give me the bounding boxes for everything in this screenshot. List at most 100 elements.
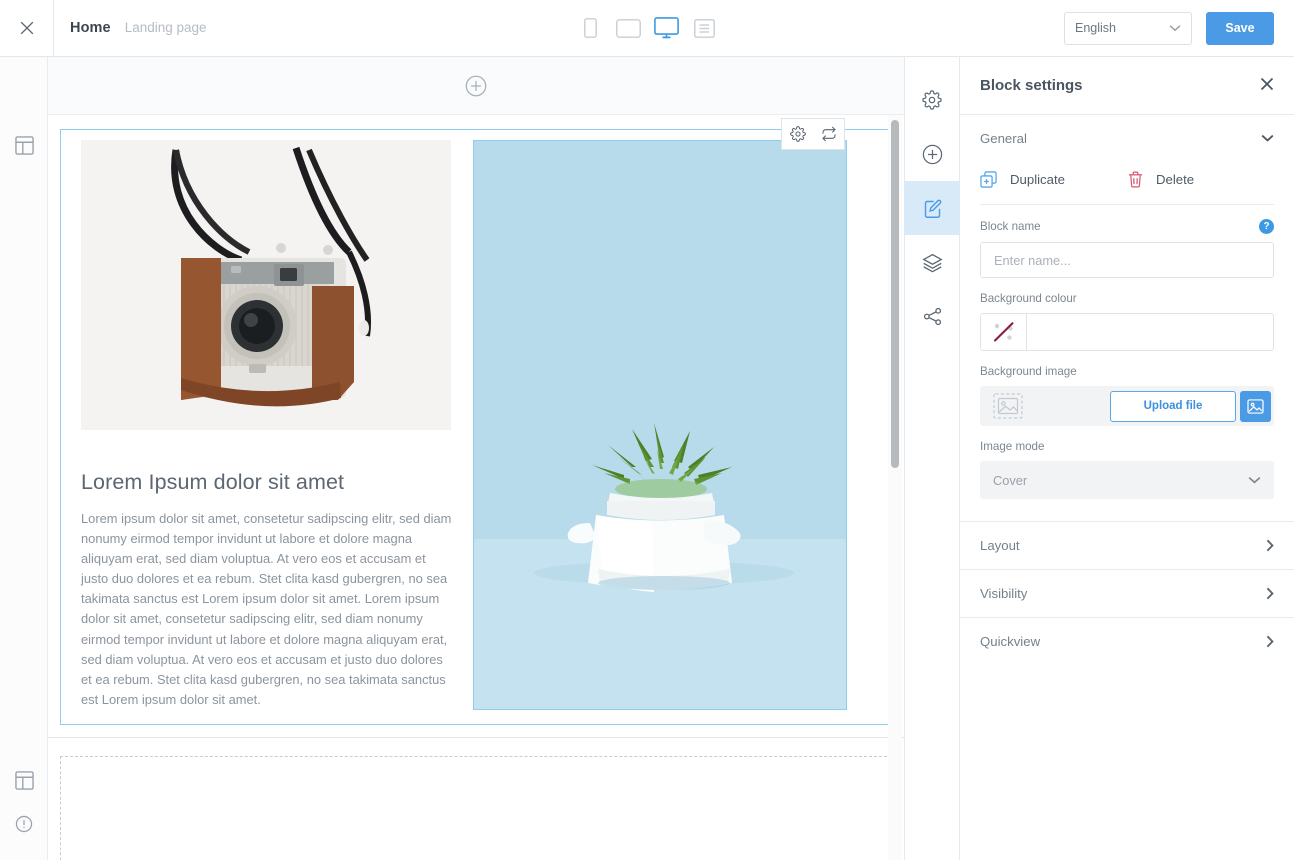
accordion-quickview[interactable]: Quickview — [960, 617, 1294, 665]
layout-icon — [15, 136, 34, 155]
background-colour-field: Background colour — [960, 278, 1294, 351]
edit-document-icon — [922, 198, 943, 219]
block-toolbar — [781, 118, 845, 150]
left-rail-info-button[interactable] — [0, 802, 48, 846]
upload-file-button[interactable]: Upload file — [1110, 391, 1236, 422]
image-placeholder-icon — [993, 393, 1023, 419]
left-rail — [0, 57, 48, 860]
canvas-column: Lorem Ipsum dolor sit amet Lorem ipsum d… — [48, 57, 904, 860]
block-text-column: Lorem Ipsum dolor sit amet Lorem ipsum d… — [71, 140, 457, 710]
breadcrumb-landing-page[interactable]: Landing page — [125, 20, 207, 35]
media-library-button[interactable] — [1240, 391, 1271, 422]
duplicate-label: Duplicate — [1010, 172, 1065, 187]
accordion-quickview-label: Quickview — [980, 634, 1040, 649]
panel-title: Block settings — [980, 77, 1083, 94]
editor-body: Lorem Ipsum dolor sit amet Lorem ipsum d… — [0, 57, 1294, 860]
rail-add-button[interactable] — [904, 127, 960, 181]
image-mode-label: Image mode — [980, 440, 1274, 453]
colour-value-field[interactable] — [1027, 314, 1273, 350]
device-tablet-button[interactable] — [615, 15, 641, 41]
background-image-label: Background image — [980, 365, 1274, 378]
block-name-input[interactable] — [980, 242, 1274, 278]
desktop-icon — [654, 17, 679, 39]
rail-settings-button[interactable] — [904, 73, 960, 127]
canvas-scrollbar-thumb[interactable] — [891, 120, 899, 468]
gear-icon[interactable] — [790, 126, 806, 142]
image-mode-select[interactable]: Cover — [980, 461, 1274, 499]
block-image-column — [473, 140, 881, 710]
accordion-visibility[interactable]: Visibility — [960, 569, 1294, 617]
left-rail-layout-bottom-button[interactable] — [0, 758, 48, 802]
layers-icon — [922, 252, 943, 273]
empty-dropzone[interactable] — [60, 756, 892, 860]
duplicate-block-button[interactable]: Duplicate — [980, 171, 1128, 188]
background-image-control: Upload file — [980, 386, 1274, 426]
chevron-right-icon — [1266, 539, 1274, 552]
background-image-field: Background image Upload file — [960, 351, 1294, 426]
language-value: English — [1075, 21, 1116, 35]
camera-photo-illustration — [81, 140, 451, 430]
breadcrumb: Home Landing page — [54, 20, 207, 36]
image-mode-value: Cover — [993, 473, 1027, 488]
save-button[interactable]: Save — [1206, 12, 1274, 45]
delete-block-button[interactable]: Delete — [1128, 171, 1194, 188]
device-mobile-button[interactable] — [577, 15, 603, 41]
layout-icon — [15, 771, 34, 790]
trash-icon — [1128, 171, 1143, 188]
rail-share-button[interactable] — [904, 289, 960, 343]
language-select[interactable]: English — [1064, 12, 1192, 45]
section-general-header[interactable]: General — [960, 115, 1294, 161]
left-rail-layout-top-button[interactable] — [0, 123, 48, 167]
info-circle-icon — [15, 815, 33, 833]
breadcrumb-home[interactable]: Home — [70, 20, 111, 36]
no-colour-icon — [991, 319, 1017, 345]
editor-icon-rail — [904, 57, 960, 860]
panel-close-button[interactable] — [1260, 77, 1274, 95]
media-library-icon — [1247, 399, 1264, 414]
plant-photo[interactable] — [473, 140, 847, 710]
duplicate-icon — [980, 171, 997, 188]
device-desktop-button[interactable] — [653, 15, 679, 41]
panel-accordions: Layout Visibility Quickview — [960, 521, 1294, 665]
repeat-icon[interactable] — [821, 126, 837, 142]
canvas-scroll-area: Lorem Ipsum dolor sit amet Lorem ipsum d… — [48, 115, 904, 860]
chevron-right-icon — [1266, 587, 1274, 600]
share-icon — [922, 306, 943, 327]
block-settings-panel: Block settings General — [960, 57, 1294, 860]
rail-layers-button[interactable] — [904, 235, 960, 289]
camera-photo[interactable] — [81, 140, 451, 430]
section-general-label: General — [980, 131, 1027, 146]
rail-edit-button[interactable] — [904, 181, 960, 235]
plus-circle-icon[interactable] — [465, 75, 487, 97]
device-preview-toggle — [577, 15, 717, 41]
chevron-down-icon — [1169, 24, 1181, 32]
page-builder-app: Home Landing page — [0, 0, 1294, 860]
selected-block[interactable]: Lorem Ipsum dolor sit amet Lorem ipsum d… — [60, 129, 892, 725]
question-mark-icon[interactable]: ? — [1259, 219, 1274, 234]
background-colour-label: Background colour — [980, 292, 1274, 305]
block-heading[interactable]: Lorem Ipsum dolor sit amet — [81, 470, 457, 495]
gear-icon — [922, 90, 942, 110]
image-thumbnail-placeholder — [983, 389, 1033, 423]
add-section-bar — [48, 57, 904, 115]
plant-photo-illustration — [474, 141, 846, 709]
image-mode-field: Image mode Cover — [960, 426, 1294, 499]
block-name-label: Block name — [980, 220, 1041, 233]
accordion-visibility-label: Visibility — [980, 586, 1027, 601]
block-paragraph[interactable]: Lorem ipsum dolor sit amet, consetetur s… — [81, 509, 453, 710]
background-colour-control[interactable] — [980, 313, 1274, 351]
canvas-scrollbar[interactable] — [888, 115, 902, 860]
chevron-down-icon — [1248, 476, 1261, 484]
accordion-layout[interactable]: Layout — [960, 521, 1294, 569]
top-bar: Home Landing page — [0, 0, 1294, 57]
plus-circle-icon — [922, 144, 943, 165]
accordion-layout-label: Layout — [980, 538, 1020, 553]
list-view-icon — [694, 19, 715, 38]
colour-swatch-button[interactable] — [981, 314, 1027, 350]
block-name-field: Block name ? — [960, 205, 1294, 278]
tablet-icon — [616, 19, 641, 38]
block-wrapper: Lorem Ipsum dolor sit amet Lorem ipsum d… — [48, 115, 904, 737]
top-bar-actions: English Save — [1064, 12, 1294, 45]
device-outline-button[interactable] — [691, 15, 717, 41]
close-editor-button[interactable] — [0, 0, 54, 57]
